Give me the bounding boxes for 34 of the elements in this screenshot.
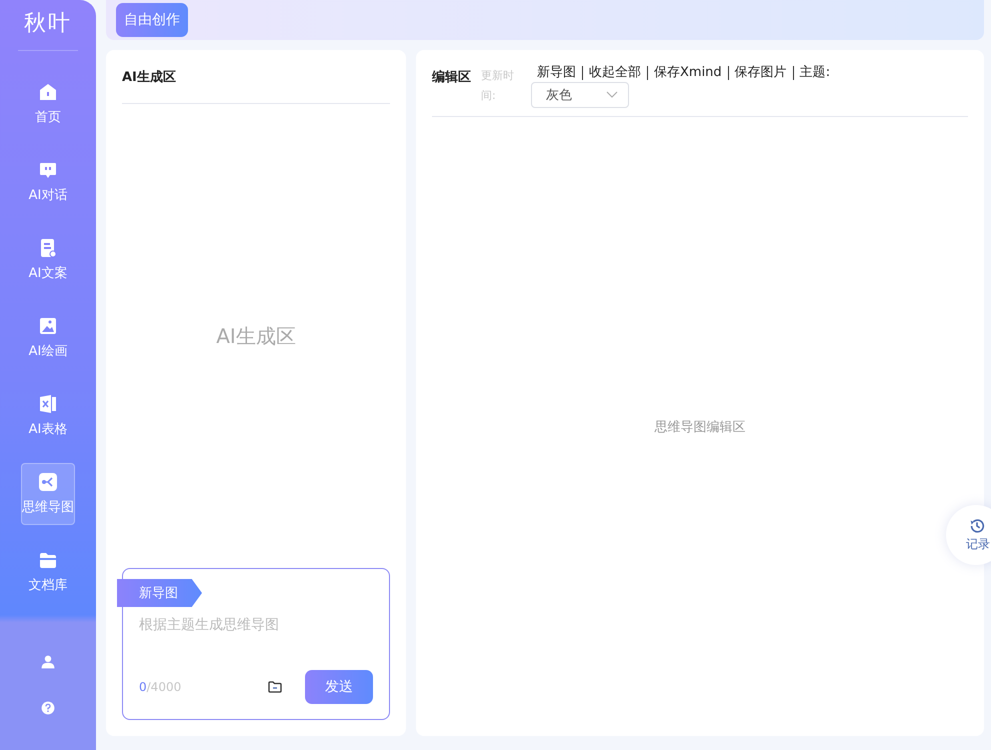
history-icon [968,517,986,535]
sidebar-item[interactable]: AI表格 [21,385,75,447]
image-icon [38,316,58,336]
empty-placeholder-text: AI生成区 [216,322,296,350]
theme-select[interactable]: 灰色 [531,82,629,108]
sidebar-item[interactable]: AI文案 [21,229,75,291]
toolbar-link[interactable]: 新导图 [531,66,582,80]
sidebar-item[interactable]: 思维导图 [21,463,75,525]
logo: 秋叶 [18,8,78,51]
toolbar-link[interactable]: 保存图片 [728,66,793,80]
toolbar-link[interactable]: 保存Xmind [647,66,728,80]
free-creation-button[interactable]: 自由创作 [116,3,188,37]
panel-title: 编辑区 [432,68,471,87]
mind-map-icon [38,472,58,492]
help-icon[interactable] [40,700,56,716]
chat-bubble-icon [38,160,58,180]
spreadsheet-icon [38,394,58,414]
user-icon[interactable] [40,654,56,670]
empty-placeholder-text: 思维导图编辑区 [654,418,746,436]
sidebar-item[interactable]: 文档库 [21,541,75,603]
panel-title: AI生成区 [122,50,390,104]
mode-tag: 新导图 [117,579,202,607]
theme-label: 主题: [792,66,836,80]
sidebar-item[interactable]: AI对话 [21,151,75,213]
chevron-down-icon [606,91,618,99]
sidebar-item[interactable]: AI绘画 [21,307,75,369]
home-icon [38,82,58,102]
send-button[interactable]: 发送 [305,670,373,704]
document-icon [38,238,58,258]
sidebar-item[interactable]: 首页 [21,73,75,135]
folder-icon[interactable] [267,679,283,695]
folder-icon [38,550,58,570]
toolbar-link[interactable]: 收起全部 [582,66,647,80]
char-count: 0/4000 [139,680,182,694]
